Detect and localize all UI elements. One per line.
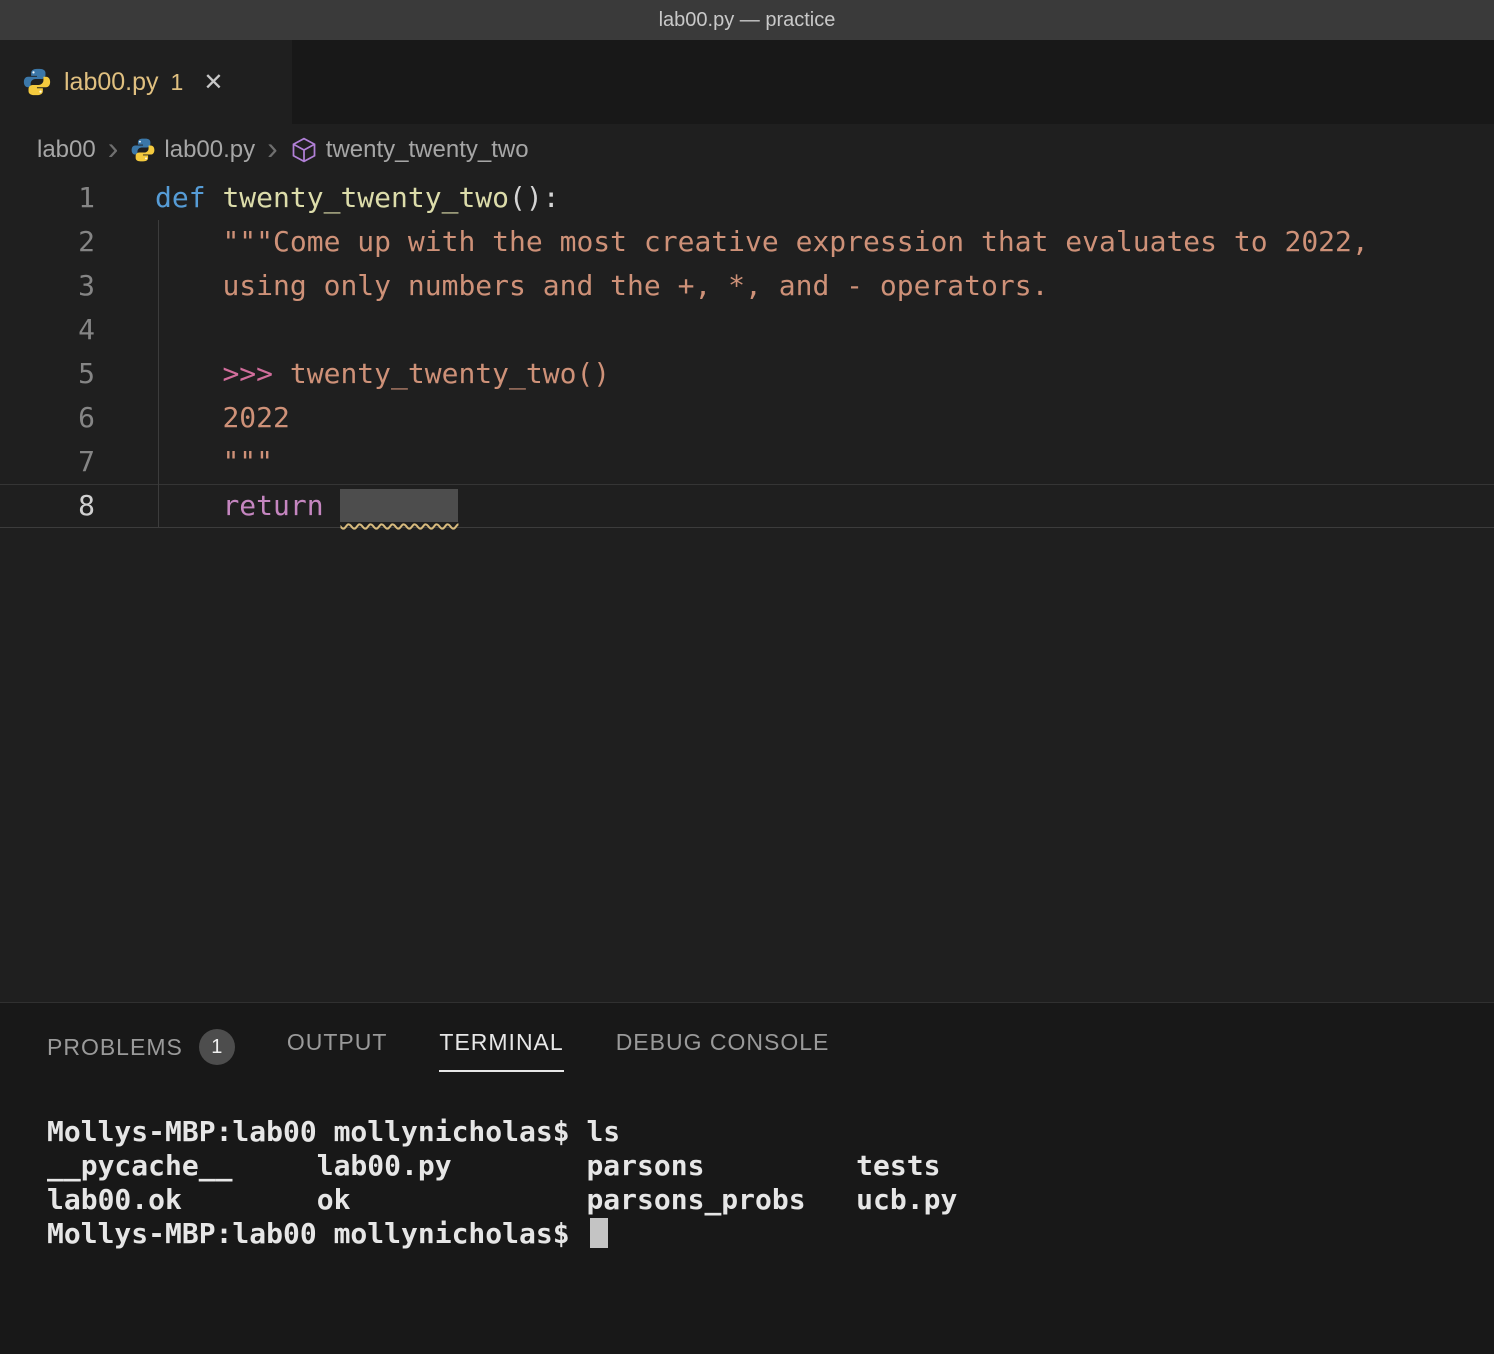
line-content: >>> twenty_twenty_two(): [95, 352, 610, 396]
code-line[interactable]: 7 """: [0, 440, 1494, 484]
symbol-namespace-cube-icon: [290, 136, 318, 164]
code-line[interactable]: 5 >>> twenty_twenty_two(): [0, 352, 1494, 396]
code-line[interactable]: 2 """Come up with the most creative expr…: [0, 220, 1494, 264]
code-editor[interactable]: 1def twenty_twenty_two():2 """Come up wi…: [0, 176, 1494, 1002]
panel-tabs: PROBLEMS 1 OUTPUT TERMINAL DEBUG CONSOLE: [0, 1003, 1494, 1081]
code-line[interactable]: 8 return: [0, 484, 1494, 528]
panel-tab-debug-console[interactable]: DEBUG CONSOLE: [616, 1029, 830, 1072]
terminal-line: lab00.ok ok parsons_probs ucb.py: [47, 1183, 1494, 1217]
line-number: 3: [0, 264, 95, 308]
line-content: [95, 308, 155, 352]
line-number: 7: [0, 440, 95, 484]
code-line[interactable]: 4: [0, 308, 1494, 352]
line-content: return: [95, 484, 458, 528]
line-content: using only numbers and the +, *, and - o…: [95, 264, 1048, 308]
panel-tab-label: TERMINAL: [439, 1029, 563, 1056]
code-token: return: [222, 489, 323, 522]
line-number: 4: [0, 308, 95, 352]
breadcrumb-item-file[interactable]: lab00.py: [164, 136, 255, 164]
terminal-output[interactable]: Mollys-MBP:lab00 mollynicholas$ ls__pyca…: [0, 1081, 1494, 1251]
line-number: 6: [0, 396, 95, 440]
panel-tab-label: DEBUG CONSOLE: [616, 1029, 830, 1056]
tab-problems-count: 1: [171, 69, 184, 96]
tab-lab00-py[interactable]: lab00.py 1 ✕: [0, 40, 292, 124]
panel-tab-problems[interactable]: PROBLEMS 1: [47, 1029, 235, 1081]
chevron-right-icon: ›: [267, 132, 278, 164]
problems-count-badge: 1: [199, 1029, 235, 1065]
window-title: lab00.py — practice: [659, 9, 836, 32]
line-number: 5: [0, 352, 95, 396]
terminal-cursor: [590, 1218, 608, 1248]
code-token: """: [222, 445, 273, 478]
terminal-line: Mollys-MBP:lab00 mollynicholas$: [47, 1217, 1494, 1251]
code-token: >>>: [222, 357, 273, 390]
tab-label: lab00.py: [64, 68, 159, 97]
code-token: [206, 181, 223, 214]
line-number: 1: [0, 176, 95, 220]
code-token: [155, 225, 222, 258]
bottom-panel: PROBLEMS 1 OUTPUT TERMINAL DEBUG CONSOLE Mol…: [0, 1002, 1494, 1354]
code-token: [155, 357, 222, 390]
python-icon: [22, 67, 52, 97]
breadcrumb-item-folder[interactable]: lab00: [37, 136, 96, 164]
line-number: 2: [0, 220, 95, 264]
code-token: """Come up with the most creative expres…: [222, 225, 1368, 258]
window-title-bar: lab00.py — practice: [0, 0, 1494, 40]
chevron-right-icon: ›: [108, 132, 119, 164]
code-token: [155, 269, 222, 302]
code-line[interactable]: 1def twenty_twenty_two():: [0, 176, 1494, 220]
terminal-line: Mollys-MBP:lab00 mollynicholas$ ls: [47, 1115, 1494, 1149]
panel-tab-terminal[interactable]: TERMINAL: [439, 1029, 563, 1072]
python-icon: [130, 137, 156, 163]
selection-placeholder: [340, 489, 458, 522]
code-token: 2022: [222, 401, 289, 434]
code-token: using only numbers and the +, *, and - o…: [222, 269, 1048, 302]
panel-tab-label: PROBLEMS: [47, 1034, 183, 1061]
panel-tab-output[interactable]: OUTPUT: [287, 1029, 388, 1072]
code-line[interactable]: 6 2022: [0, 396, 1494, 440]
code-token: def: [155, 181, 206, 214]
panel-tab-label: OUTPUT: [287, 1029, 388, 1056]
line-content: """: [95, 440, 273, 484]
code-line[interactable]: 3 using only numbers and the +, *, and -…: [0, 264, 1494, 308]
code-token: twenty_twenty_two(): [290, 357, 610, 390]
close-icon[interactable]: ✕: [203, 68, 223, 97]
code-token: [155, 489, 222, 522]
code-lines: 1def twenty_twenty_two():2 """Come up wi…: [0, 176, 1494, 528]
terminal-line: __pycache__ lab00.py parsons tests: [47, 1149, 1494, 1183]
editor-tab-bar: lab00.py 1 ✕: [0, 40, 1494, 124]
line-content: 2022: [95, 396, 290, 440]
breadcrumb: lab00 › lab00.py › twenty_twenty_two: [0, 124, 1494, 176]
breadcrumb-item-symbol[interactable]: twenty_twenty_two: [326, 136, 529, 164]
line-content: def twenty_twenty_two():: [95, 176, 560, 220]
code-token: [155, 445, 222, 478]
code-token: [324, 489, 341, 522]
code-token: [273, 357, 290, 390]
line-content: """Come up with the most creative expres…: [95, 220, 1369, 264]
code-token: twenty_twenty_two: [222, 181, 509, 214]
indent-guide: [158, 220, 159, 528]
code-token: ():: [509, 181, 560, 214]
line-number: 8: [0, 484, 95, 528]
code-token: [155, 401, 222, 434]
